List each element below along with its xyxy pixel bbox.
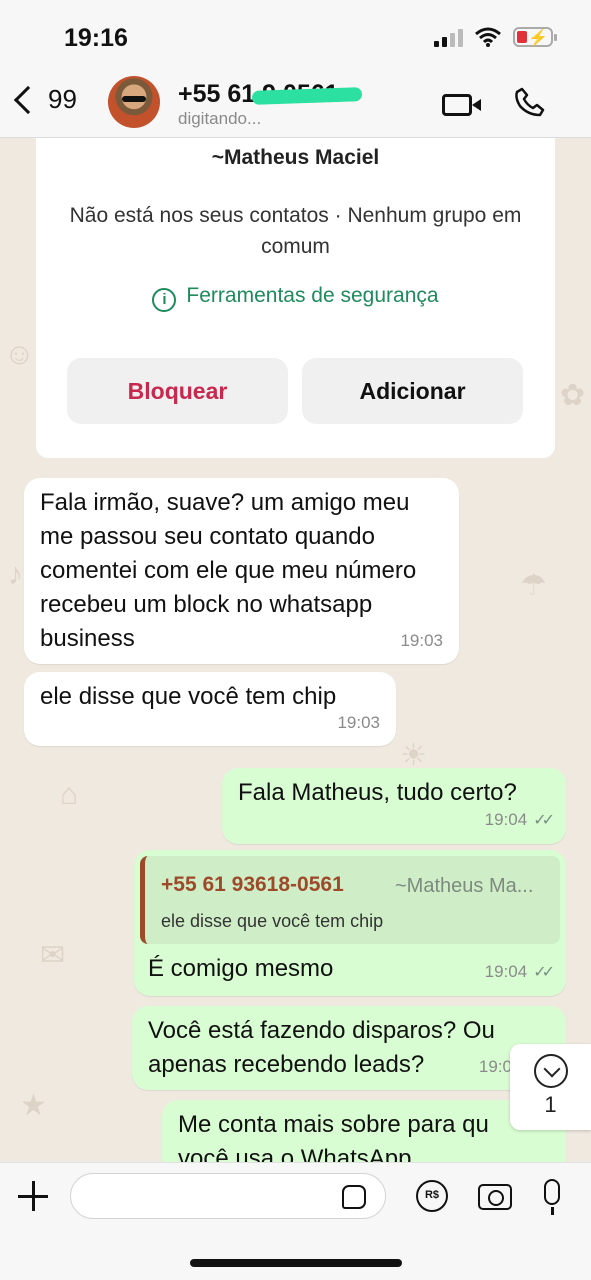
message-bubble[interactable]: ele disse que você tem chip 19:03 xyxy=(24,672,396,746)
chat-area[interactable]: ☺ ✿ ♪ ☂ ⌂ ☀ ✉ ★ ~Matheus Maciel Não está… xyxy=(0,138,591,1162)
message-bubble[interactable]: Fala Matheus, tudo certo? 19:04 ✓✓ xyxy=(222,768,566,844)
doodle-icon: ✉ xyxy=(40,939,66,972)
quoted-text: ele disse que você tem chip xyxy=(161,911,384,931)
camera-icon[interactable] xyxy=(478,1184,512,1210)
battery-icon: ⚡ xyxy=(513,27,557,47)
info-icon: i xyxy=(152,288,177,312)
video-call-icon[interactable] xyxy=(442,94,481,116)
wifi-icon xyxy=(475,27,501,47)
doodle-icon: ⌂ xyxy=(60,778,79,811)
security-tools-label: Ferramentas de segurança xyxy=(186,284,439,307)
message-time: 19:03 xyxy=(400,631,443,650)
message-meta: 19:04 ✓✓ xyxy=(484,955,555,990)
doodle-icon: ☺ xyxy=(4,338,35,371)
doodle-icon: ✿ xyxy=(560,379,586,412)
block-button[interactable]: Bloquear xyxy=(67,358,288,424)
contact-info-card: ~Matheus Maciel Não está nos seus contat… xyxy=(36,138,555,458)
message-text: ele disse que você tem chip xyxy=(40,683,337,710)
message-bubble[interactable]: +55 61 93618-0561 ~Matheus Ma... ele dis… xyxy=(134,850,566,996)
contact-alias: ~Matheus Maciel xyxy=(211,146,380,169)
doodle-icon: ☂ xyxy=(520,569,547,602)
redaction-mark xyxy=(251,87,363,105)
message-bubble[interactable]: Você está fazendo disparos? Ou apenas re… xyxy=(132,1006,566,1090)
message-text: Você está fazendo disparos? Ou apenas re… xyxy=(148,1017,495,1078)
back-button[interactable]: 99 xyxy=(12,84,77,115)
security-tools-link[interactable]: i Ferramentas de segurança xyxy=(36,284,555,312)
message-text: É comigo mesmo xyxy=(148,955,334,982)
avatar[interactable] xyxy=(108,76,160,128)
payment-icon[interactable]: R$ xyxy=(416,1180,448,1212)
new-message-count: 1 xyxy=(544,1092,557,1117)
double-check-icon: ✓✓ xyxy=(533,964,555,981)
add-contact-button[interactable]: Adicionar xyxy=(302,358,523,424)
contact-status: digitando... xyxy=(178,109,262,128)
home-indicator xyxy=(190,1259,402,1267)
double-check-icon: ✓✓ xyxy=(533,812,555,829)
chevron-left-icon xyxy=(13,85,43,114)
message-time: 19:03 xyxy=(337,713,380,732)
message-meta: 19:04 ✓✓ xyxy=(484,803,555,838)
message-text: Me conta mais sobre para qu você usa o W… xyxy=(178,1111,489,1162)
message-text: Fala irmão, suave? um amigo meu me passo… xyxy=(40,489,417,652)
doodle-icon: ♪ xyxy=(8,558,23,591)
plus-icon[interactable] xyxy=(18,1181,48,1211)
status-bar: 19:16 ⚡ xyxy=(0,0,591,72)
message-time: 19:0 xyxy=(478,1057,512,1076)
quoted-message[interactable]: +55 61 93618-0561 ~Matheus Ma... ele dis… xyxy=(140,856,560,944)
message-bubble[interactable]: Fala irmão, suave? um amigo meu me passo… xyxy=(24,478,459,664)
status-time: 19:16 xyxy=(64,24,128,52)
signal-icon xyxy=(434,27,463,47)
microphone-icon[interactable] xyxy=(544,1179,560,1215)
message-time: 19:04 xyxy=(484,810,528,829)
composer-bar: R$ xyxy=(0,1162,591,1280)
status-icons: ⚡ xyxy=(434,27,557,47)
chat-header: 99 +55 61 9 0561 digitando... xyxy=(0,72,591,138)
quoted-alias: ~Matheus Ma... xyxy=(395,875,534,897)
unread-count: 99 xyxy=(48,84,77,114)
chevron-down-icon xyxy=(533,1054,568,1088)
scroll-to-bottom-button[interactable]: 1 xyxy=(510,1044,591,1130)
message-input[interactable] xyxy=(70,1173,386,1219)
message-bubble[interactable]: Me conta mais sobre para qu você usa o W… xyxy=(162,1100,566,1162)
doodle-icon: ★ xyxy=(20,1089,47,1122)
quoted-phone: +55 61 93618-0561 xyxy=(161,873,344,896)
phone-call-icon[interactable] xyxy=(514,86,546,126)
message-time: 19:04 xyxy=(484,962,528,981)
contact-subtitle: Não está nos seus contatos · Nenhum grup… xyxy=(69,204,522,258)
sticker-icon[interactable] xyxy=(342,1185,366,1209)
